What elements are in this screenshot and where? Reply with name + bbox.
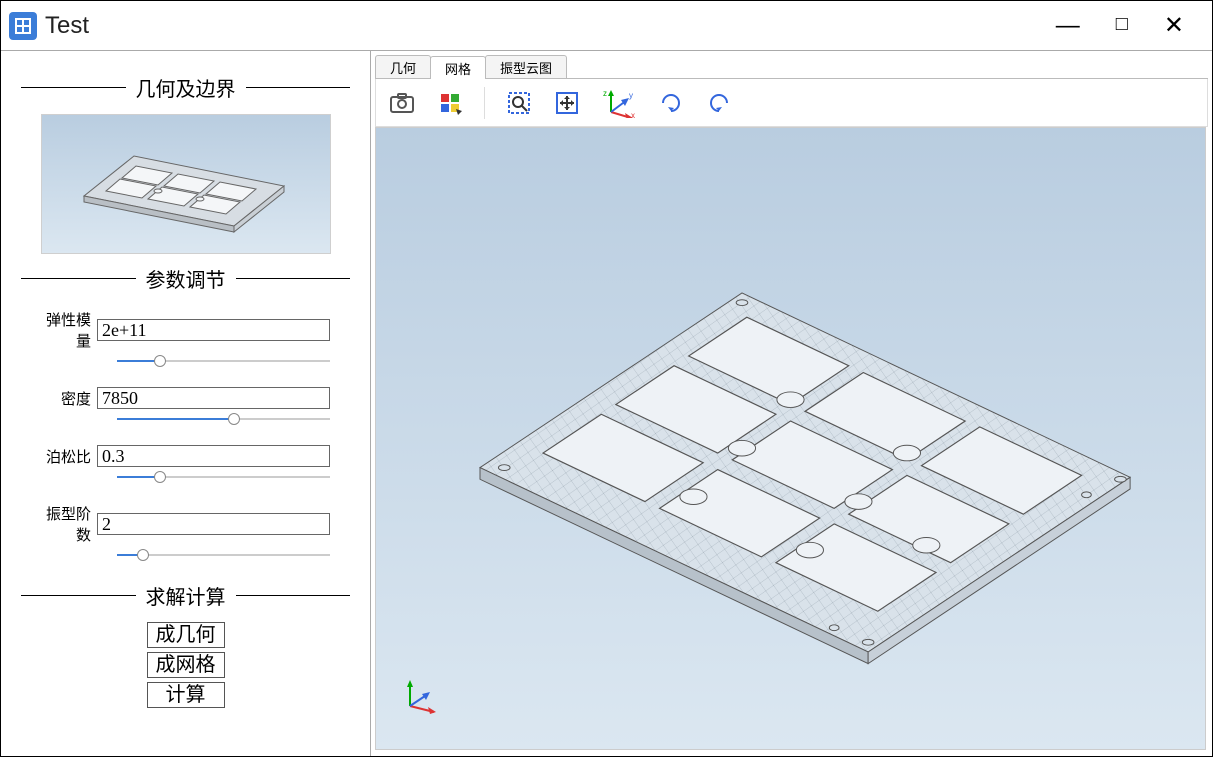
section-parameters: 参数调节 <box>21 264 350 293</box>
density-slider[interactable] <box>117 413 330 425</box>
poisson-input[interactable] <box>97 445 330 467</box>
poisson-slider[interactable] <box>117 471 330 483</box>
section-solve: 求解计算 <box>21 581 350 610</box>
geometry-preview <box>41 114 331 254</box>
elastic-modulus-slider[interactable] <box>117 355 330 367</box>
svg-text:x: x <box>631 111 635 118</box>
elastic-modulus-label: 弹性模量 <box>41 309 91 351</box>
rotate-cw-icon[interactable] <box>657 89 685 117</box>
svg-text:y: y <box>629 91 633 100</box>
rotate-ccw-icon[interactable] <box>705 89 733 117</box>
mode-count-row: 振型阶数 <box>21 503 350 545</box>
zoom-fit-icon[interactable] <box>553 89 581 117</box>
sidebar: 几何及边界 <box>1 51 371 756</box>
minimize-button[interactable]: — <box>1056 14 1080 38</box>
window-title: Test <box>45 12 1056 40</box>
generate-mesh-button[interactable]: 成网格 <box>147 652 225 678</box>
screenshot-icon[interactable] <box>388 89 416 117</box>
density-input[interactable] <box>97 387 330 409</box>
app-icon <box>9 12 37 40</box>
svg-text:z: z <box>603 89 607 98</box>
selection-icon[interactable] <box>436 89 464 117</box>
section-geometry-boundary: 几何及边界 <box>21 73 350 102</box>
poisson-row: 泊松比 <box>21 445 350 467</box>
mode-count-input[interactable] <box>97 513 330 535</box>
viewport-toolbar: z y x <box>375 79 1208 127</box>
compute-button[interactable]: 计算 <box>147 682 225 708</box>
viewport-axes-triad <box>400 674 440 719</box>
close-button[interactable]: ✕ <box>1164 14 1184 38</box>
poisson-label: 泊松比 <box>41 446 91 467</box>
axes-icon[interactable]: z y x <box>601 89 637 117</box>
tab-geometry[interactable]: 几何 <box>375 55 431 78</box>
mode-count-label: 振型阶数 <box>41 503 91 545</box>
content-pane: 几何 网格 振型云图 <box>371 51 1212 756</box>
maximize-button[interactable]: □ <box>1116 14 1128 38</box>
tab-mesh[interactable]: 网格 <box>430 56 486 79</box>
mode-count-slider[interactable] <box>117 549 330 561</box>
titlebar: Test — □ ✕ <box>1 1 1212 51</box>
elastic-modulus-input[interactable] <box>97 319 330 341</box>
tabs: 几何 网格 振型云图 <box>375 55 1208 79</box>
tab-mode-shape[interactable]: 振型云图 <box>485 55 567 78</box>
elastic-modulus-row: 弹性模量 <box>21 309 350 351</box>
density-label: 密度 <box>41 388 91 409</box>
zoom-box-icon[interactable] <box>505 89 533 117</box>
generate-geometry-button[interactable]: 成几何 <box>147 622 225 648</box>
density-row: 密度 <box>21 387 350 409</box>
3d-viewport[interactable] <box>375 127 1206 750</box>
